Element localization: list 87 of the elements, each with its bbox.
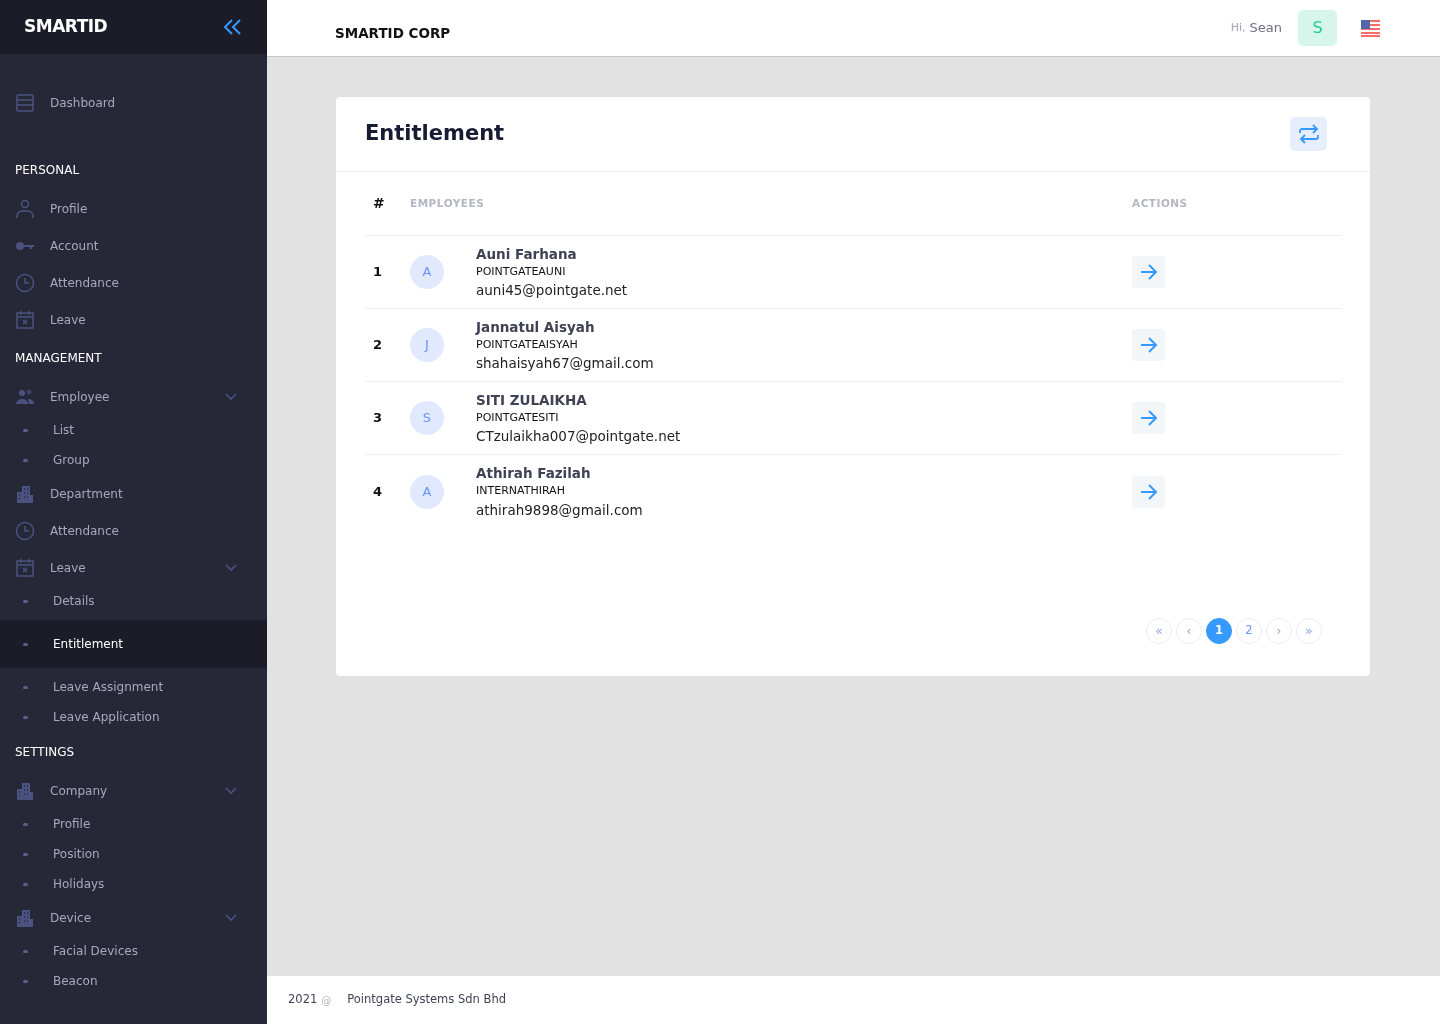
server-icon (15, 93, 35, 113)
bullet-icon (23, 979, 28, 983)
arrow-right-icon[interactable] (1132, 475, 1165, 508)
avatar-initial: S (410, 401, 444, 435)
sidebar-item[interactable]: Attendance (0, 512, 267, 549)
chevron-down-icon[interactable] (225, 392, 237, 401)
row-number: 2 (372, 336, 384, 355)
footer-year: 2021 (288, 991, 318, 1009)
sidebar-item[interactable]: Account (0, 227, 267, 264)
clock-icon (15, 520, 35, 541)
building-icon (15, 907, 35, 928)
sidebar-item[interactable]: Leave Application (0, 702, 267, 732)
employee-name: Athirah Fazilah (476, 464, 592, 483)
section-heading: PERSONAL (14, 162, 81, 179)
bullet-icon (23, 458, 28, 462)
row-number: 4 (372, 482, 384, 501)
sidebar-item[interactable]: Leave Assignment (0, 672, 267, 702)
clock-icon (15, 272, 35, 293)
section-heading: MANAGEMENT (14, 350, 103, 367)
building-icon (15, 780, 35, 801)
avatar-initial: A (410, 474, 444, 509)
bullet-icon (23, 428, 28, 432)
footer-symbol: @ (321, 993, 332, 1008)
chevron-down-icon[interactable] (225, 786, 237, 795)
sidebar-item[interactable]: Details (0, 586, 267, 616)
bullet-icon (23, 822, 28, 826)
sidebar-item[interactable]: Profile (0, 809, 267, 839)
bullet-icon (23, 685, 28, 689)
sidebar-item[interactable]: Group (0, 445, 267, 475)
bullet-icon (23, 599, 28, 603)
sidebar-item[interactable]: Facial Devices (0, 936, 267, 966)
company-name: SMARTID CORP (335, 23, 451, 43)
employee-code: POINTGATESITI (476, 409, 560, 426)
sidebar-item[interactable]: Entitlement (0, 620, 267, 668)
arrow-right-icon[interactable] (1132, 329, 1165, 361)
sidebar-item[interactable]: Beacon (0, 966, 267, 996)
sidebar-item[interactable]: Profile (0, 190, 267, 227)
employee-name: Jannatul Aisyah (476, 317, 596, 337)
sidebar-item[interactable]: Attendance (0, 264, 267, 301)
chevron-down-icon[interactable] (225, 563, 237, 572)
avatar-initial: J (410, 328, 444, 362)
employee-code: POINTGATEAUNI (476, 263, 567, 280)
employee-code: POINTGATEAISYAH (476, 336, 579, 353)
greeting: Hi, (1230, 19, 1246, 36)
bullet-icon (23, 642, 28, 646)
sidebar-item[interactable]: Device (0, 899, 267, 936)
row-number: 3 (372, 409, 384, 428)
employee-email: CTzulaikha007@pointgate.net (476, 427, 682, 447)
column-header: ACTIONS (1132, 195, 1189, 211)
employee-email: shahaisyah67@gmail.com (476, 354, 655, 374)
bullet-icon (23, 949, 28, 953)
card-title: Entitlement (365, 121, 505, 147)
flag-icon[interactable] (1361, 19, 1380, 37)
column-header: # (372, 194, 387, 213)
swap-icon[interactable] (1290, 117, 1327, 151)
column-header: EMPLOYEES (410, 195, 486, 211)
logo: SMARTID (24, 15, 108, 39)
bullet-icon (23, 852, 28, 856)
sidebar-item[interactable]: Dashboard (0, 78, 267, 128)
sidebar-item[interactable]: Leave (0, 549, 267, 586)
employee-email: auni45@pointgate.net (476, 281, 629, 301)
footer-company: Pointgate Systems Sdn Bhd (347, 991, 506, 1009)
avatar-initial: A (410, 255, 444, 289)
sidebar-item[interactable]: Holidays (0, 869, 267, 899)
section-heading: SETTINGS (14, 744, 76, 761)
sidebar-item[interactable]: Company (0, 772, 267, 809)
employee-email: athirah9898@gmail.com (476, 500, 644, 520)
row-number: 1 (372, 263, 384, 282)
employee-name: Auni Farhana (476, 244, 578, 264)
calendar-icon (15, 557, 35, 578)
user-name: Sean (1249, 19, 1282, 38)
employee-code: INTERNATHIRAH (476, 483, 566, 500)
chevron-down-icon[interactable] (225, 913, 237, 922)
arrow-right-icon[interactable] (1132, 256, 1165, 288)
calendar-icon (15, 309, 35, 330)
sidebar-item[interactable]: Employee (0, 378, 267, 415)
sidebar-item[interactable]: Department (0, 475, 267, 512)
bullet-icon (23, 882, 28, 886)
sidebar-item[interactable]: List (0, 415, 267, 445)
building-icon (15, 483, 35, 504)
user-icon (15, 198, 35, 219)
sidebar-item[interactable]: Leave (0, 301, 267, 338)
sidebar-item[interactable]: Position (0, 839, 267, 869)
employee-name: SITI ZULAIKHA (476, 390, 588, 410)
arrow-right-icon[interactable] (1132, 402, 1165, 434)
bullet-icon (23, 715, 28, 719)
collapse-icon[interactable] (223, 19, 243, 35)
